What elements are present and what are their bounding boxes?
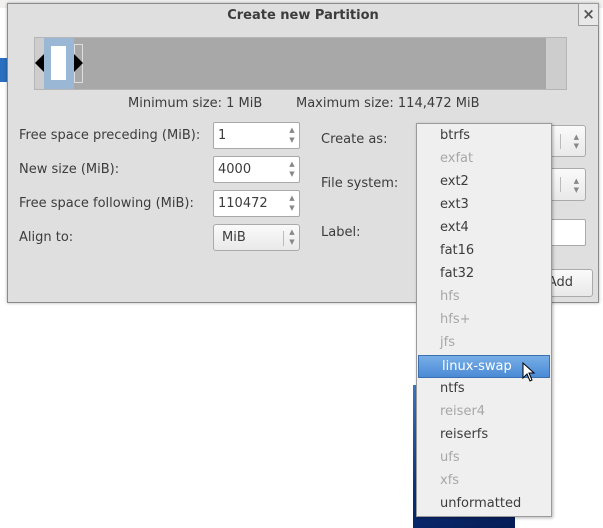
free-preceding-spinner[interactable]: 1 ▲ ▼: [213, 122, 300, 149]
menu-item-btrfs[interactable]: btrfs: [417, 125, 551, 148]
combo-separator: [560, 177, 561, 192]
menu-item-exfat: exfat: [440, 151, 474, 166]
create-as-label: Create as:: [321, 132, 388, 147]
align-to-value: MiB: [222, 230, 246, 245]
resize-left-handle-icon[interactable]: [35, 54, 44, 72]
menu-item-xfs: xfs: [440, 473, 460, 488]
dialog-title: Create new Partition: [227, 8, 379, 23]
label-field-label: Label:: [321, 225, 361, 240]
menu-item-reiser4: reiser4: [440, 404, 486, 419]
menu-item-ext4[interactable]: ext4: [417, 217, 551, 240]
menu-item-fat32[interactable]: fat32: [417, 263, 551, 286]
partition-used-area: [51, 46, 66, 80]
menu-item-ext2[interactable]: ext2: [417, 171, 551, 194]
align-to-label: Align to:: [19, 230, 74, 245]
minimum-size-label: Minimum size: 1 MiB: [128, 96, 263, 111]
new-size-value: 4000: [218, 162, 252, 177]
menu-item-ufs: ufs: [440, 450, 460, 465]
combo-separator: [560, 134, 561, 149]
combo-arrows-icon: ▲ ▼: [573, 133, 579, 150]
align-to-combo[interactable]: MiB ▲ ▼: [213, 224, 300, 251]
menu-item-unformatted[interactable]: unformatted: [417, 493, 551, 516]
mouse-pointer-icon: [522, 362, 536, 382]
file-system-label: File system:: [321, 176, 399, 191]
spin-arrows-icon[interactable]: ▲ ▼: [287, 159, 297, 179]
spin-arrows-icon: ▲ ▼: [289, 228, 295, 246]
free-following-spinner[interactable]: 110472 ▲ ▼: [213, 190, 300, 217]
menu-item-fat16[interactable]: fat16: [417, 240, 551, 263]
close-button[interactable]: ×: [578, 3, 599, 26]
combo-separator: [283, 231, 284, 246]
menu-item-reiserfs[interactable]: reiserfs: [417, 424, 551, 447]
unallocated-space: [47, 38, 546, 89]
maximum-size-label: Maximum size: 114,472 MiB: [296, 96, 480, 111]
menu-item-hfs-: hfs+: [440, 312, 471, 327]
file-system-dropdown-menu[interactable]: btrfs exfat ext2 ext3 ext4 fat16 fat32 hfs hfs+ j…: [416, 123, 552, 517]
combo-arrows-icon: ▲ ▼: [573, 177, 579, 194]
menu-item-ext3[interactable]: ext3: [417, 194, 551, 217]
new-size-label: New size (MiB):: [19, 162, 120, 177]
free-preceding-value: 1: [218, 128, 227, 143]
partition-resizer[interactable]: [34, 37, 567, 90]
free-following-value: 110472: [218, 196, 268, 211]
spin-arrows-icon[interactable]: ▲ ▼: [287, 125, 297, 145]
menu-item-hfs: hfs: [440, 289, 460, 304]
resize-right-handle-icon[interactable]: [74, 54, 83, 72]
menu-item-jfs: jfs: [440, 335, 455, 350]
new-size-spinner[interactable]: 4000 ▲ ▼: [213, 156, 300, 183]
free-following-label: Free space following (MiB):: [19, 196, 194, 211]
free-preceding-label: Free space preceding (MiB):: [19, 128, 201, 143]
spin-arrows-icon[interactable]: ▲ ▼: [287, 193, 297, 213]
